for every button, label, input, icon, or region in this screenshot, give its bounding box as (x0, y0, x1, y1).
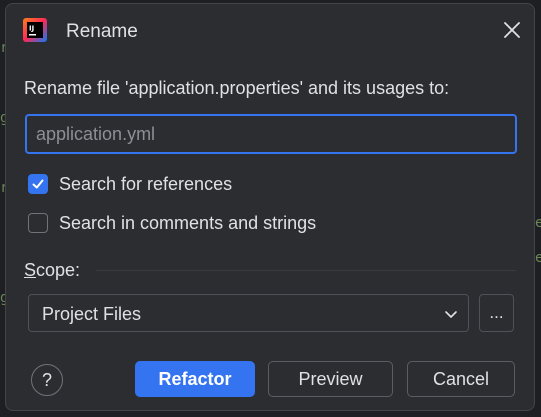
search-comments-label: Search in comments and strings (59, 212, 317, 233)
svg-text:IJ: IJ (29, 25, 34, 33)
background-code: e (535, 215, 541, 231)
rename-dialog: IJ Rename Rename file 'application.prope… (5, 3, 535, 411)
new-name-input[interactable] (25, 114, 517, 154)
rename-prompt: Rename file 'application.properties' and… (24, 78, 450, 98)
chevron-down-icon (444, 307, 458, 321)
search-references-option[interactable]: Search for references (28, 172, 232, 196)
scope-browse-button[interactable]: ... (479, 294, 514, 332)
dialog-title-bar: IJ Rename (6, 4, 534, 60)
search-comments-checkbox[interactable] (28, 213, 48, 233)
dialog-title: Rename (66, 21, 138, 42)
scope-label-mnemonic: S (24, 260, 37, 280)
preview-button[interactable]: Preview (268, 361, 393, 397)
scope-selected-value: Project Files (42, 304, 142, 324)
scope-dropdown[interactable]: Project Files (28, 294, 469, 332)
scope-separator (96, 270, 516, 271)
scope-label-text: cope: (36, 260, 81, 280)
background-code: e (535, 250, 541, 266)
help-button[interactable]: ? (31, 364, 63, 396)
refactor-button[interactable]: Refactor (135, 361, 255, 397)
intellij-idea-icon: IJ (23, 18, 47, 42)
close-icon[interactable] (500, 18, 524, 42)
cancel-button[interactable]: Cancel (407, 361, 515, 397)
search-comments-option[interactable]: Search in comments and strings (28, 211, 316, 235)
search-references-label: Search for references (59, 173, 233, 194)
search-references-checkbox[interactable] (28, 174, 48, 194)
scope-label: Scope: (24, 260, 80, 281)
checkmark-icon (32, 179, 44, 189)
